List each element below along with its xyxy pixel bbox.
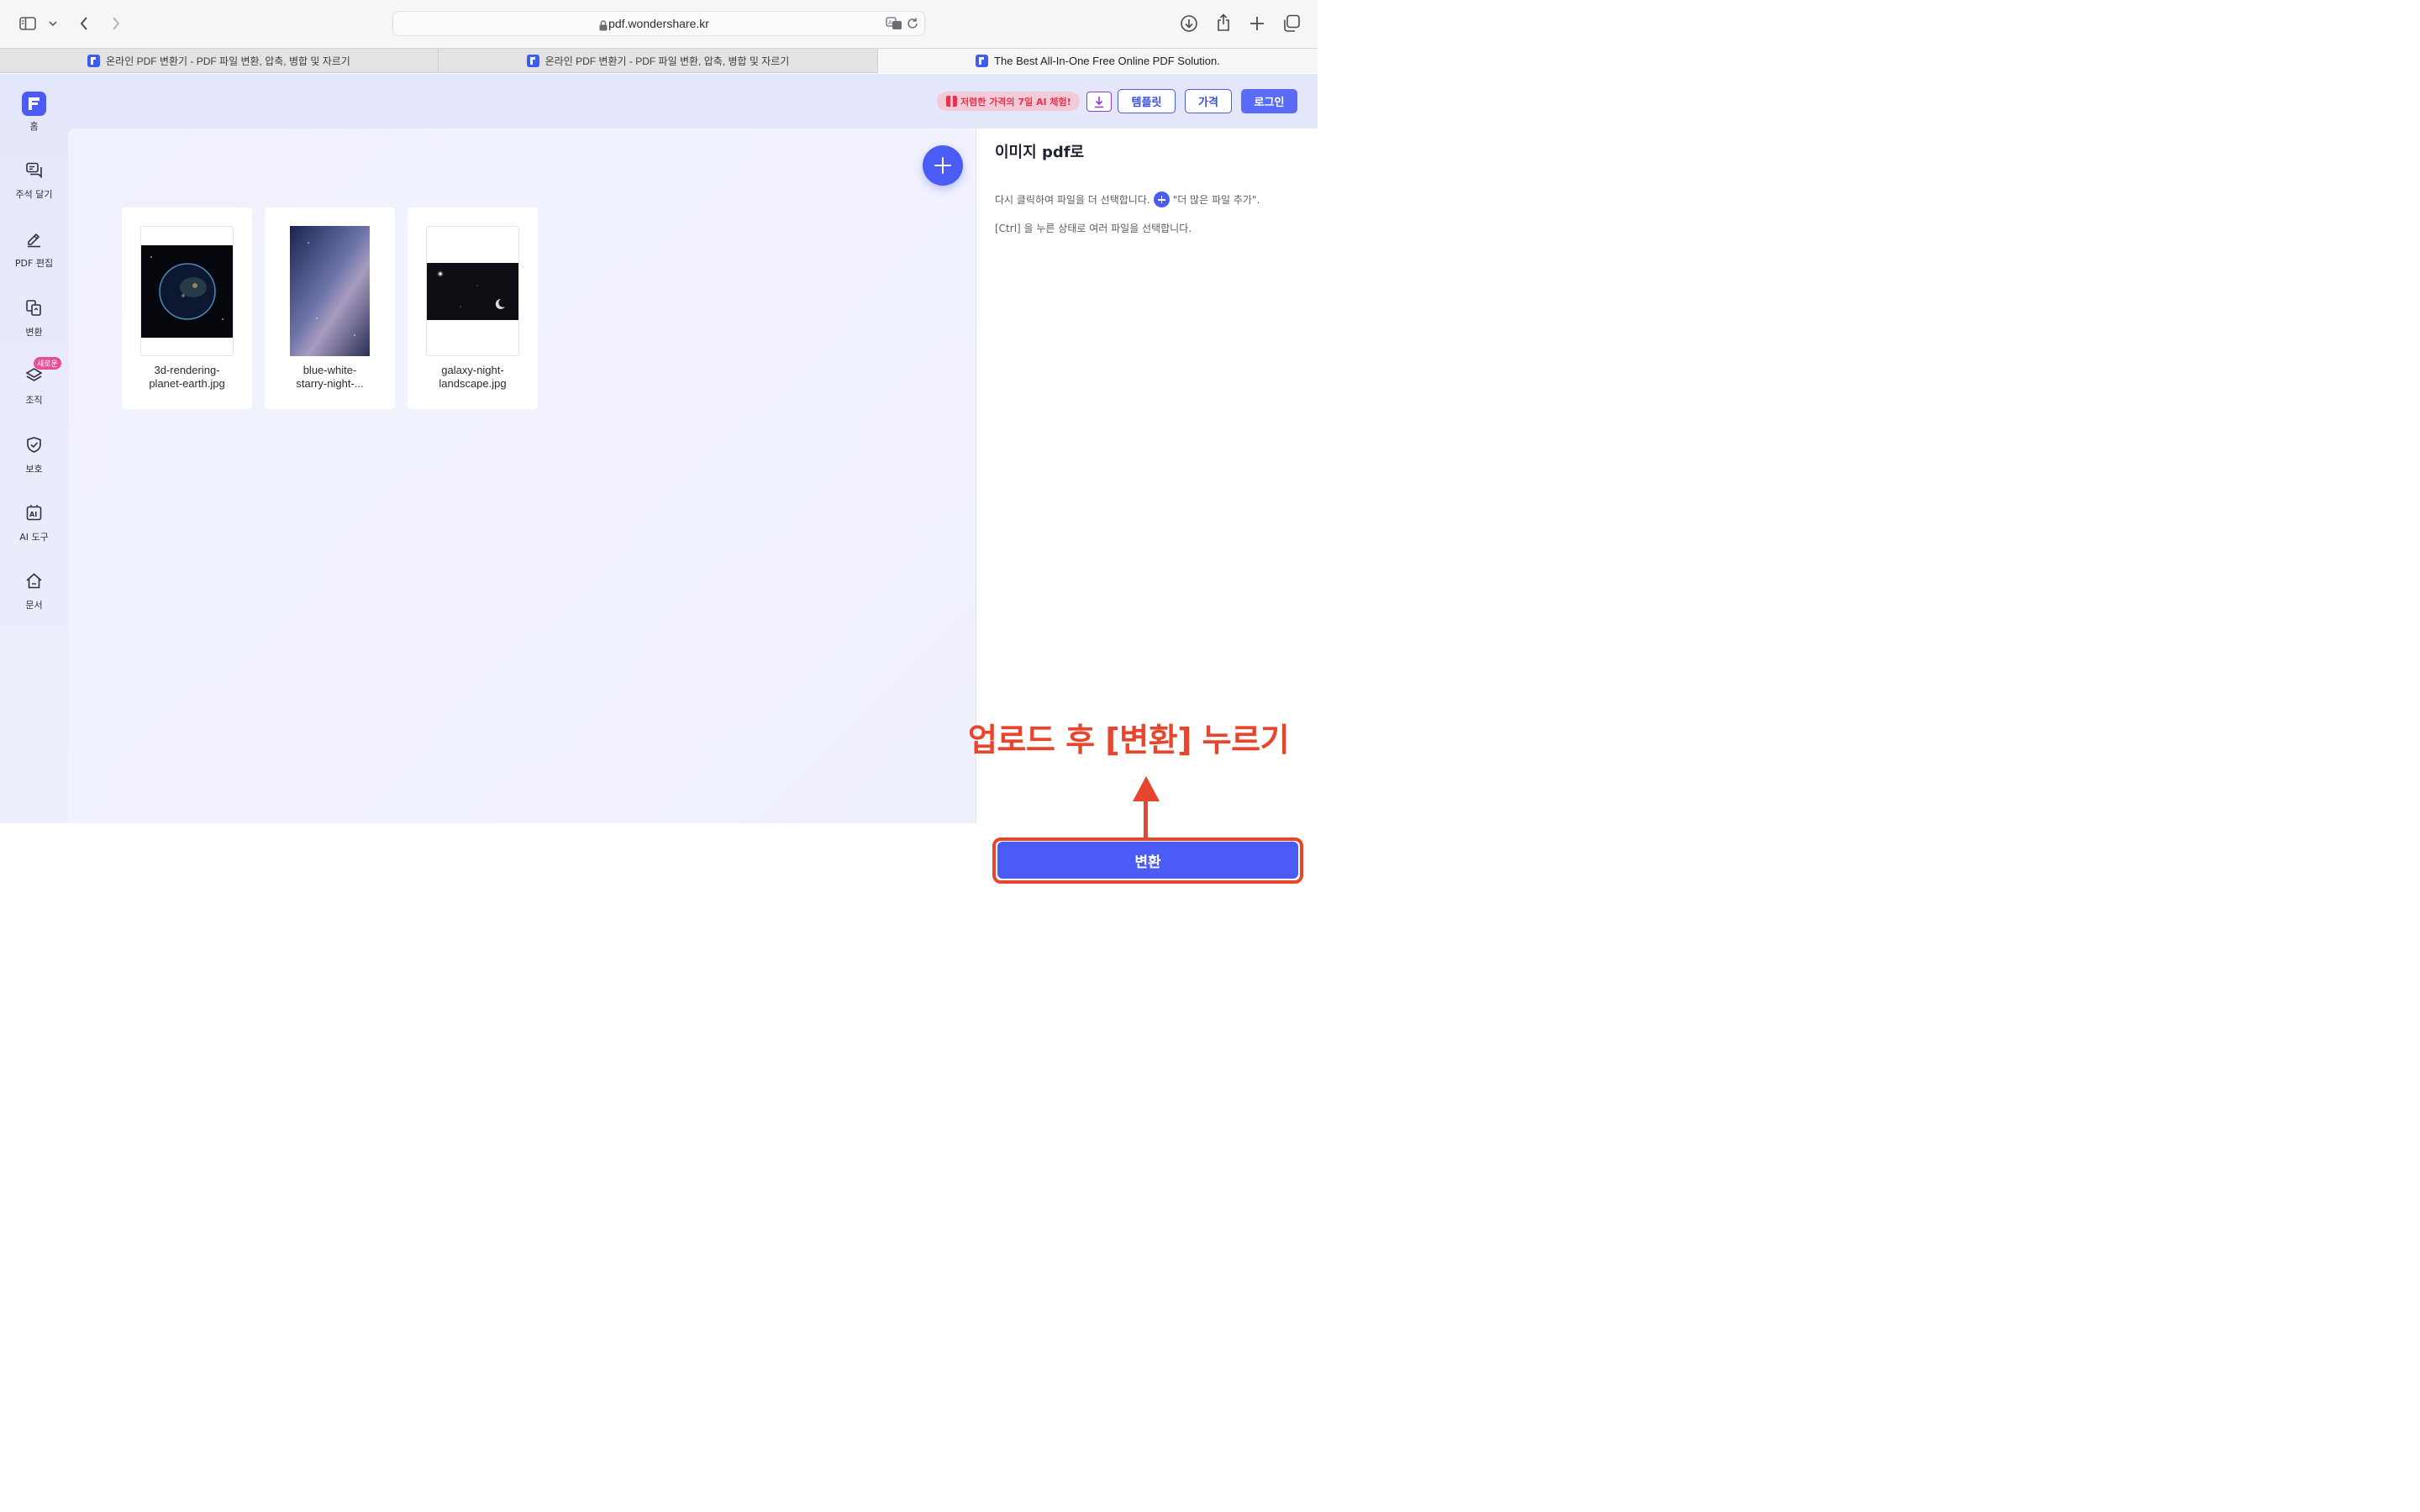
desktop-download-button[interactable] <box>1086 92 1112 112</box>
house-icon <box>25 572 43 590</box>
ai-tools-icon: AI <box>25 504 43 522</box>
sidebar-item-documents[interactable]: 문서 <box>0 572 68 626</box>
shield-icon <box>25 436 43 454</box>
home-logo-icon[interactable] <box>22 92 46 116</box>
file-card[interactable]: 3d-rendering- planet-earth.jpg <box>122 207 252 409</box>
file-name: galaxy-night- landscape.jpg <box>439 364 507 390</box>
file-name: blue-white- starry-night-... <box>296 364 364 390</box>
sidebar: 홈 주석 달기 PDF 편집 변환 새로운 조직 보호 AI AI 도구 문서 <box>0 74 68 823</box>
instruction-annotation: 업로드 후 [변환] 누르기 <box>968 722 1290 759</box>
price-button[interactable]: 가격 <box>1185 89 1232 113</box>
sidebar-item-ai-tools[interactable]: AI AI 도구 <box>0 504 68 558</box>
svg-text:AI: AI <box>29 511 37 518</box>
sidebar-item-annotate[interactable]: 주석 달기 <box>0 161 68 215</box>
sidebar-item-organize[interactable]: 새로운 조직 <box>0 357 68 421</box>
earth-image <box>141 245 233 338</box>
browser-tab[interactable]: 온라인 PDF 변환기 - PDF 파일 변환, 압축, 병합 및 자르기 <box>439 49 878 73</box>
convert-button[interactable]: 변환 <box>997 842 1298 879</box>
download-icon[interactable] <box>1179 13 1199 34</box>
tab-bar: 온라인 PDF 변환기 - PDF 파일 변환, 압축, 병합 및 자르기 온라… <box>0 48 1318 73</box>
forward-icon[interactable] <box>108 14 124 33</box>
sidebar-item-convert[interactable]: 변환 <box>0 299 68 353</box>
translate-icon[interactable]: A <box>886 17 902 34</box>
home-label[interactable]: 홈 <box>0 119 68 133</box>
layers-icon <box>25 367 43 385</box>
back-icon[interactable] <box>76 14 92 33</box>
arrow-shaft <box>1144 796 1148 840</box>
promo-banner[interactable]: 저렴한 가격의 7일 AI 체험! <box>937 92 1080 111</box>
sidebar-item-pdf-edit[interactable]: PDF 편집 <box>0 230 68 284</box>
download-arrow-icon <box>1095 97 1103 108</box>
file-thumbnail <box>140 226 234 356</box>
app-root: 홈 주석 달기 PDF 편집 변환 새로운 조직 보호 AI AI 도구 문서 … <box>0 74 1318 884</box>
galaxy-landscape-image <box>427 263 518 320</box>
ctrl-select-hint: [Ctrl] 을 누른 상태로 여러 파일을 선택합니다. <box>995 223 1192 234</box>
file-card[interactable]: galaxy-night- landscape.jpg <box>408 207 538 409</box>
sidebar-item-label: 보호 <box>25 464 43 475</box>
file-thumbnail <box>426 226 519 356</box>
gift-icon <box>946 96 957 107</box>
tab-title: The Best All-In-One Free Online PDF Solu… <box>994 55 1220 67</box>
template-button[interactable]: 템플릿 <box>1118 89 1176 113</box>
pdf-logo-icon <box>87 55 101 67</box>
new-tab-icon[interactable] <box>1248 14 1266 33</box>
file-card[interactable]: blue-white- starry-night-... <box>265 207 395 409</box>
promo-text: 저렴한 가격의 7일 AI 체험! <box>960 96 1071 108</box>
plus-icon <box>1153 192 1170 207</box>
comment-icon <box>25 161 43 179</box>
edit-pen-icon <box>25 230 43 248</box>
pdf-logo-icon <box>976 55 989 67</box>
add-file-button[interactable] <box>923 145 963 186</box>
browser-tab-active[interactable]: The Best All-In-One Free Online PDF Solu… <box>878 49 1318 73</box>
address-bar[interactable]: pdf.wondershare.kr A <box>392 11 925 36</box>
sidebar-item-label: 변환 <box>25 327 43 338</box>
sidebar-item-protect[interactable]: 보호 <box>0 436 68 490</box>
convert-icon <box>25 299 43 317</box>
sidebar-item-label: 문서 <box>25 600 43 611</box>
add-more-hint: 다시 클릭하여 파일을 더 선택합니다. "더 많은 파일 추가". <box>995 192 1260 207</box>
browser-toolbar: pdf.wondershare.kr A <box>0 0 1318 48</box>
tab-title: 온라인 PDF 변환기 - PDF 파일 변환, 압축, 병합 및 자르기 <box>544 55 790 67</box>
panel-title: 이미지 pdf로 <box>995 144 1085 161</box>
pdf-logo-icon <box>526 55 539 67</box>
browser-tab[interactable]: 온라인 PDF 변환기 - PDF 파일 변환, 압축, 병합 및 자르기 <box>0 49 439 73</box>
file-name: 3d-rendering- planet-earth.jpg <box>149 364 225 390</box>
chevron-down-icon[interactable] <box>47 17 59 30</box>
sidebar-item-label: 주석 달기 <box>15 189 53 200</box>
svg-text:A: A <box>888 19 892 26</box>
new-badge: 새로운 <box>34 357 61 370</box>
file-thumbnail <box>283 226 376 356</box>
url-text: pdf.wondershare.kr <box>608 17 709 30</box>
sidebar-toggle-icon[interactable] <box>18 15 37 32</box>
sidebar-item-label: PDF 편집 <box>14 258 54 269</box>
sidebar-item-label: AI 도구 <box>19 532 49 543</box>
tab-overview-icon[interactable] <box>1281 13 1302 34</box>
sidebar-item-label: 조직 <box>25 395 43 406</box>
reload-icon[interactable] <box>906 17 919 34</box>
login-button[interactable]: 로그인 <box>1241 89 1297 113</box>
file-workspace: 3d-rendering- planet-earth.jpg blue-whit… <box>68 129 976 823</box>
share-icon[interactable] <box>1213 12 1234 34</box>
tab-title: 온라인 PDF 변환기 - PDF 파일 변환, 압축, 병합 및 자르기 <box>106 55 350 67</box>
starry-night-image <box>283 226 376 356</box>
